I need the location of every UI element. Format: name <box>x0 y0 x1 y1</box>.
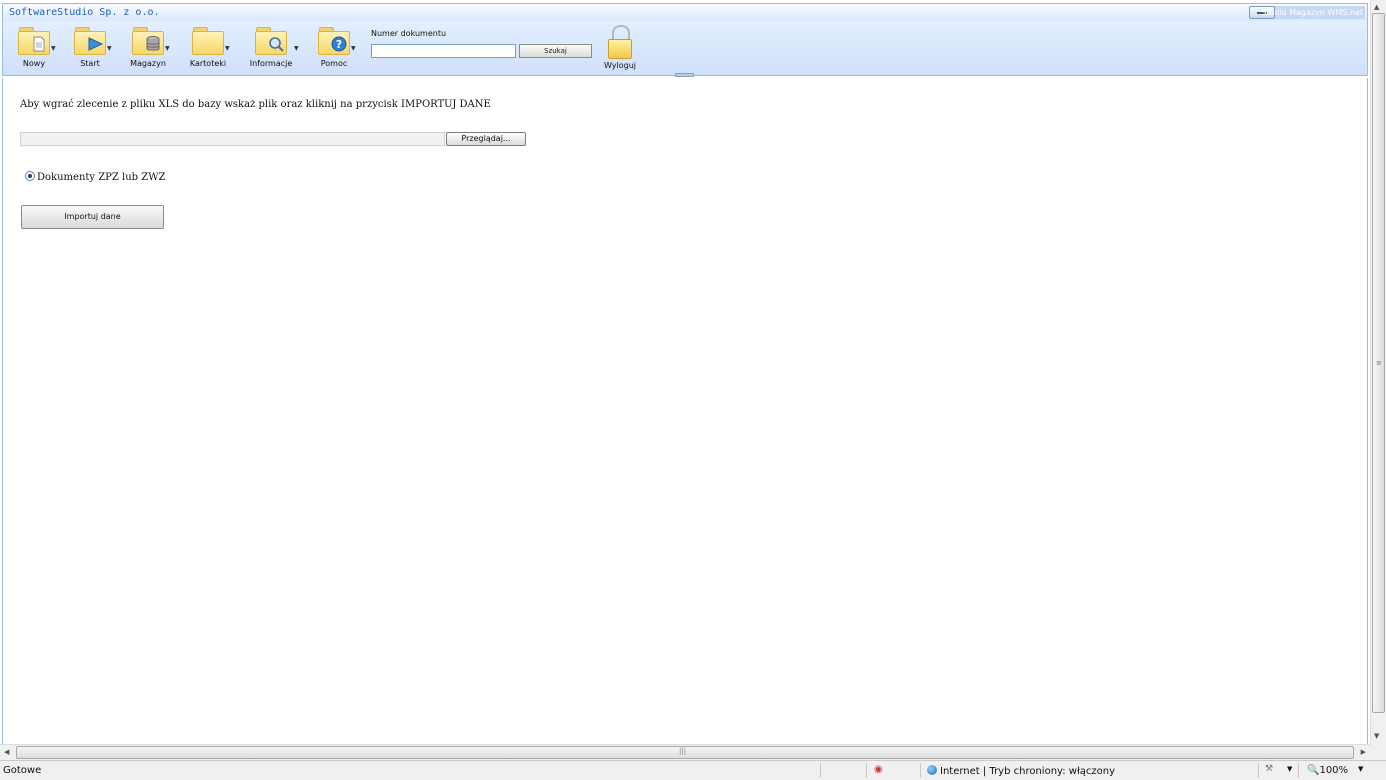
document-type-label: Dokumenty ZPZ lub ZWZ <box>37 172 166 183</box>
svg-text:?: ? <box>336 38 342 51</box>
horizontal-scroll-thumb[interactable]: ||| <box>16 746 1354 759</box>
logout-button[interactable]: Wyloguj <box>600 25 640 70</box>
toolbar-collapse-handle[interactable] <box>675 73 694 77</box>
toolbar-button-pomoc[interactable]: ? ▼ Pomoc <box>311 25 357 73</box>
scroll-down-icon[interactable]: ▼ <box>1374 732 1379 740</box>
document-search: Numer dokumentu Szukaj <box>371 29 592 58</box>
toolbar-label-magazyn: Magazyn <box>130 59 166 68</box>
search-button[interactable]: Szukaj <box>519 44 592 58</box>
import-page: Aby wgrać zlecenie z pliku XLS do bazy w… <box>2 78 1368 744</box>
privacy-eye-icon[interactable]: ◉ <box>874 764 883 775</box>
start-play-folder-icon <box>74 27 106 57</box>
toolbar-label-informacje: Informacje <box>249 59 293 68</box>
scroll-right-icon[interactable]: ▶ <box>1361 748 1366 756</box>
toolbar-button-kartoteki[interactable]: ▼ Kartoteki <box>185 25 231 73</box>
document-number-input[interactable] <box>371 44 516 58</box>
toolbar-button-informacje[interactable]: ▼ Informacje <box>245 25 299 73</box>
scroll-left-icon[interactable]: ◀ <box>4 748 9 756</box>
grip-icon: ≡ <box>1376 359 1382 367</box>
document-type-option[interactable]: Dokumenty ZPZ lub ZWZ <box>25 171 165 183</box>
main-toolbar: ▼ Nowy ▼ Start ▼ Magazyn ▼ Kartoteki ▼ I… <box>2 21 1368 76</box>
document-number-label: Numer dokumentu <box>371 29 447 38</box>
status-text: Gotowe <box>3 765 42 776</box>
file-path-input[interactable] <box>20 132 445 146</box>
zoom-value: 100% <box>1319 765 1349 776</box>
logout-label: Wyloguj <box>604 61 636 70</box>
scroll-up-icon[interactable]: ▲ <box>1374 3 1379 11</box>
info-search-folder-icon <box>255 27 287 57</box>
protected-mode-icon[interactable]: ⚒ <box>1265 764 1273 774</box>
chevron-down-icon[interactable]: ▼ <box>1358 765 1363 773</box>
import-instruction: Aby wgrać zlecenie z pliku XLS do bazy w… <box>20 99 491 110</box>
globe-icon <box>927 765 937 775</box>
help-folder-icon: ? <box>318 27 350 57</box>
lock-icon <box>607 25 633 59</box>
toolbar-label-start: Start <box>80 59 100 68</box>
browse-button[interactable]: Przeglądaj... <box>446 132 526 146</box>
records-folder-icon <box>192 27 224 57</box>
security-zone[interactable]: Internet | Tryb chroniony: włączony <box>927 765 1115 777</box>
toolbar-label-pomoc: Pomoc <box>320 59 348 68</box>
security-zone-label: Internet | Tryb chroniony: włączony <box>940 766 1116 777</box>
toolbar-label-nowy: Nowy <box>22 59 46 68</box>
grip-icon: ||| <box>679 747 687 755</box>
toolbar-label-kartoteki: Kartoteki <box>189 59 227 68</box>
warehouse-database-folder-icon <box>132 27 164 57</box>
scrollbar-corner <box>1370 744 1386 760</box>
toolbar-button-nowy[interactable]: ▼ Nowy <box>11 25 57 73</box>
zoom-level[interactable]: 🔍100% <box>1307 765 1348 776</box>
new-document-folder-icon <box>18 27 50 57</box>
import-data-button[interactable]: Importuj dane <box>21 205 164 229</box>
app-title: Studio Magazyn WMS.net <box>1261 8 1363 17</box>
horizontal-scrollbar[interactable]: ◀ ||| ▶ <box>0 744 1370 760</box>
vertical-scrollbar[interactable]: ▲ ≡ ▼ <box>1370 0 1386 744</box>
toolbar-button-start[interactable]: ▼ Start <box>67 25 113 73</box>
chevron-down-icon[interactable]: ▼ <box>1287 765 1292 773</box>
browser-status-bar: Gotowe ◉ Internet | Tryb chroniony: włąc… <box>0 760 1386 780</box>
vertical-scroll-thumb[interactable]: ≡ <box>1372 13 1385 713</box>
title-bar: SoftwareStudio Sp. z o.o. Studio Magazyn… <box>2 3 1368 21</box>
app-window: SoftwareStudio Sp. z o.o. Studio Magazyn… <box>0 0 1370 744</box>
toolbar-button-magazyn[interactable]: ▼ Magazyn <box>125 25 171 73</box>
radio-selected-icon[interactable] <box>25 171 35 181</box>
company-title: SoftwareStudio Sp. z o.o. <box>9 7 160 18</box>
